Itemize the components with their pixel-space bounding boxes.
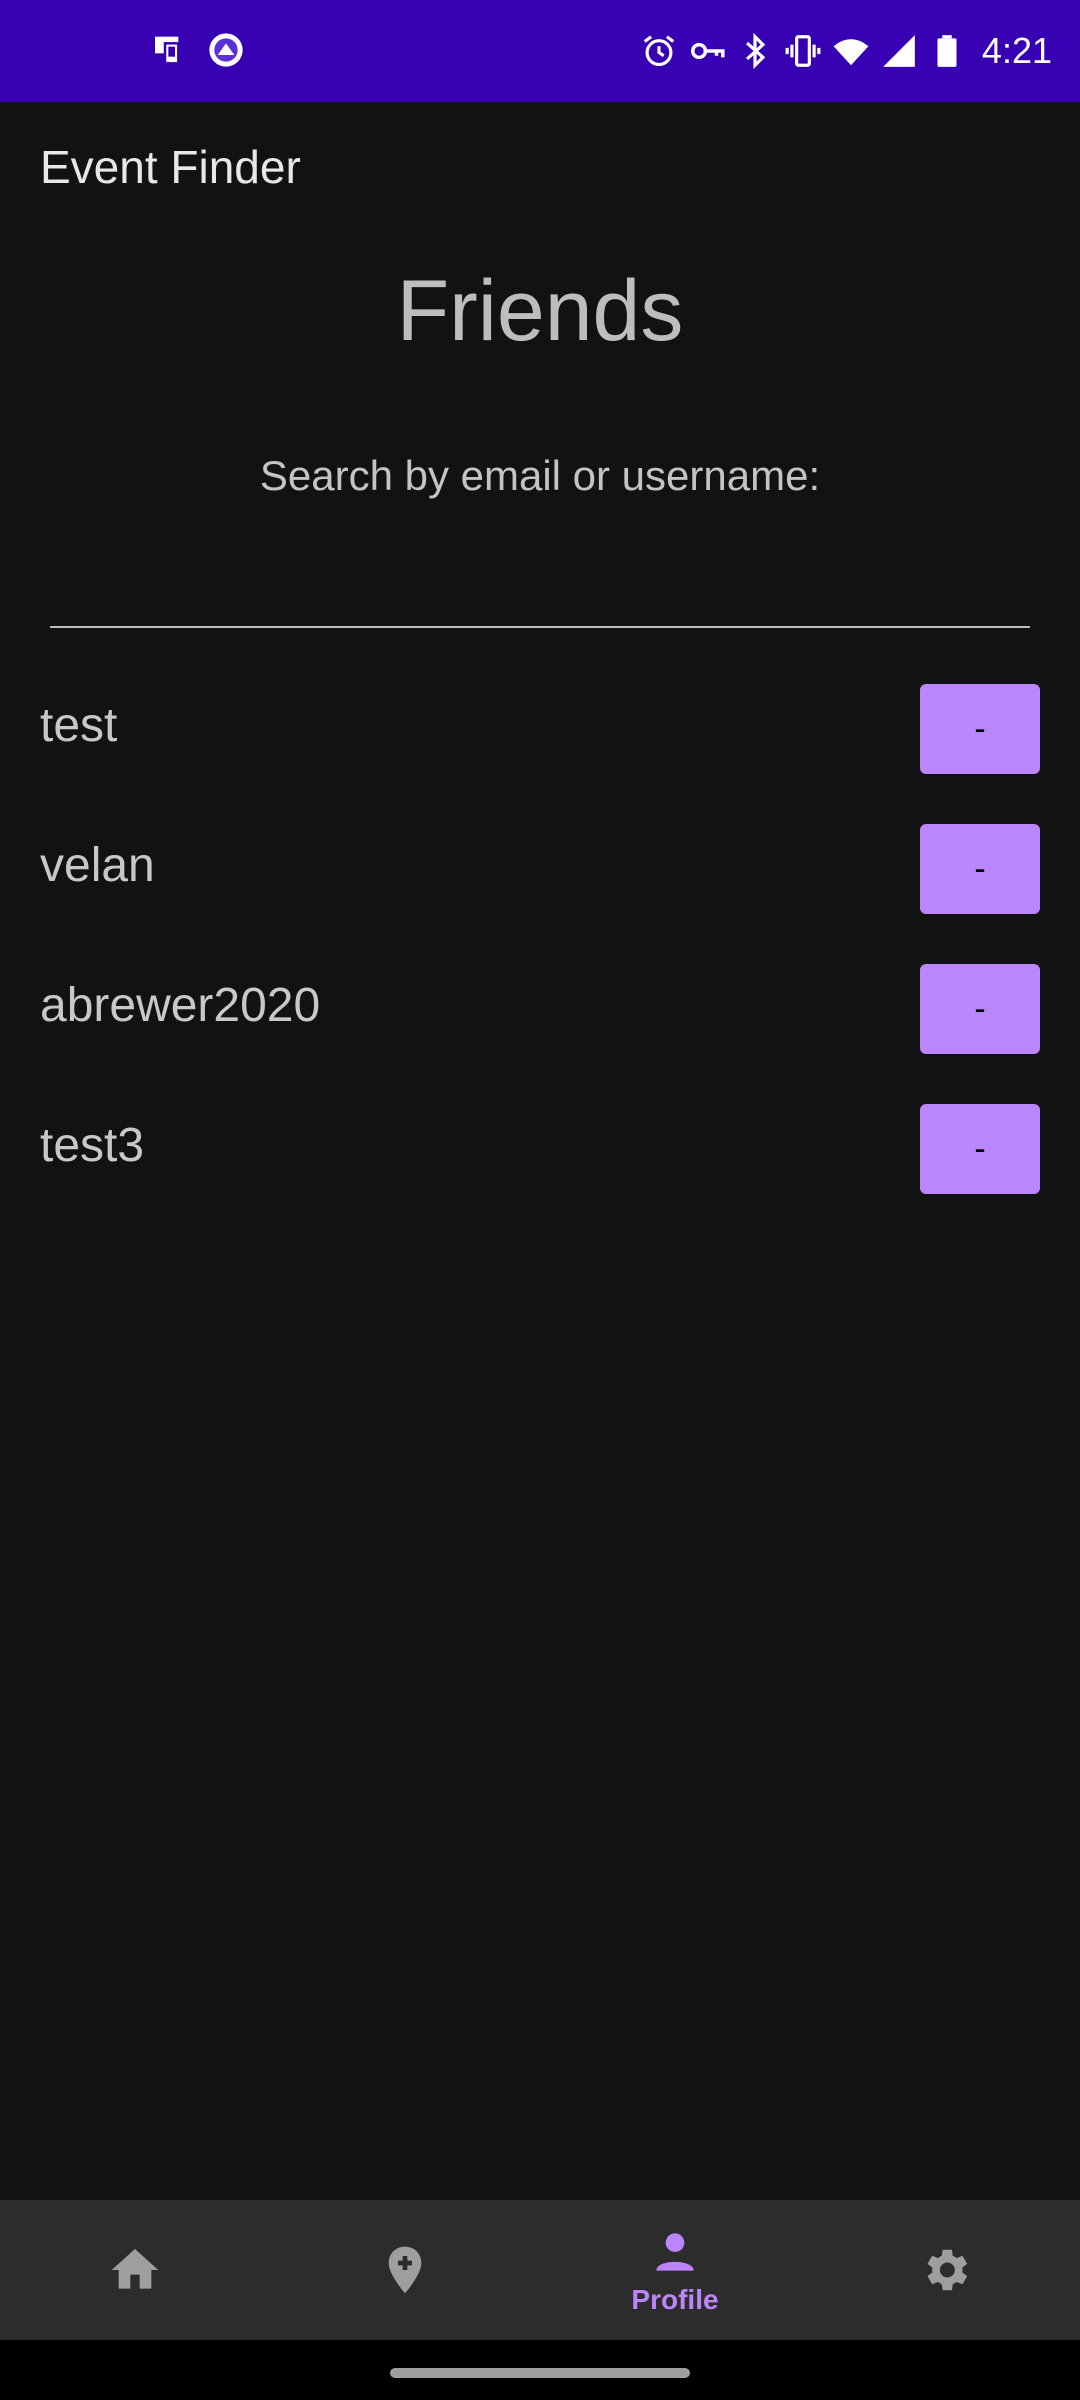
friend-name: test bbox=[40, 699, 118, 752]
app-title: Event Finder bbox=[40, 141, 301, 193]
nav-home[interactable] bbox=[0, 2200, 270, 2340]
remove-friend-button[interactable]: - bbox=[920, 824, 1040, 914]
status-icons: 4:21 bbox=[640, 0, 1052, 102]
nav-profile-label: Profile bbox=[631, 2284, 719, 2315]
bottom-navigation: Profile bbox=[0, 2200, 1080, 2340]
friend-row: velan - bbox=[0, 824, 1080, 916]
wifi-icon bbox=[833, 39, 869, 66]
remove-friend-button[interactable]: - bbox=[920, 1104, 1040, 1194]
battery-icon bbox=[937, 35, 957, 67]
nav-settings[interactable] bbox=[810, 2200, 1080, 2340]
status-time: 4:21 bbox=[981, 30, 1052, 71]
page-title: Friends bbox=[396, 263, 684, 359]
bluetooth-icon bbox=[745, 32, 766, 70]
alarm-icon bbox=[643, 35, 675, 67]
remove-friend-button[interactable]: - bbox=[920, 964, 1040, 1054]
vibrate-icon bbox=[785, 35, 821, 67]
friend-row: abrewer2020 - bbox=[0, 964, 1080, 1056]
vpn-key-icon bbox=[690, 42, 725, 60]
add-location-icon bbox=[388, 2246, 422, 2294]
remove-friend-button[interactable]: - bbox=[920, 684, 1040, 774]
person-icon bbox=[656, 2233, 694, 2271]
settings-icon bbox=[927, 2249, 968, 2291]
status-bar: 4:21 bbox=[0, 0, 1080, 102]
friend-name: abrewer2020 bbox=[40, 979, 321, 1032]
search-input[interactable] bbox=[50, 560, 1030, 628]
cast-icon bbox=[155, 36, 180, 65]
gesture-bar bbox=[0, 2340, 1080, 2400]
friend-name: test3 bbox=[40, 1119, 145, 1172]
friend-row: test - bbox=[0, 684, 1080, 776]
friend-name: velan bbox=[40, 839, 155, 892]
nav-profile[interactable]: Profile bbox=[540, 2200, 810, 2340]
signal-icon bbox=[883, 35, 915, 67]
app-notification-icon bbox=[209, 33, 243, 67]
nav-add-event[interactable] bbox=[270, 2200, 540, 2340]
home-icon bbox=[111, 2249, 159, 2289]
home-indicator[interactable] bbox=[390, 2368, 690, 2378]
search-label: Search by email or username: bbox=[259, 452, 821, 499]
friend-row: test3 - bbox=[0, 1104, 1080, 1196]
